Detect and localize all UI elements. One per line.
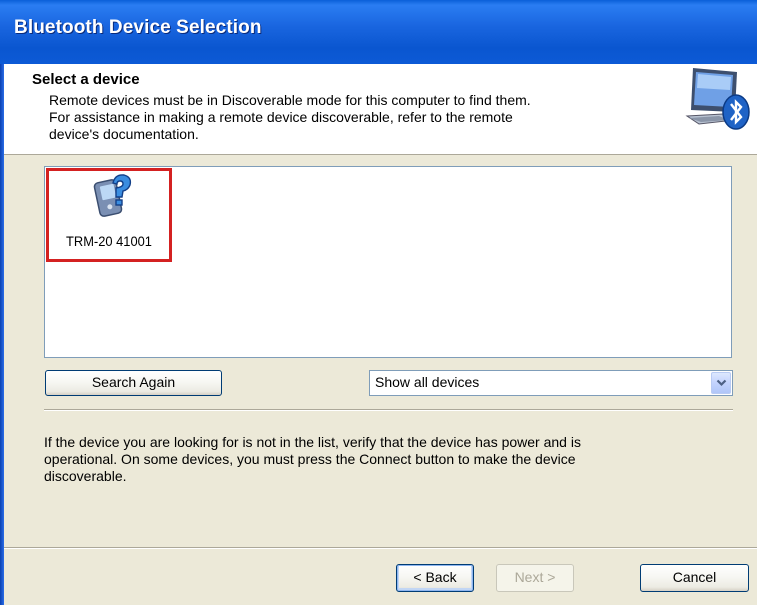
header-description: Remote devices must be in Discoverable m… — [49, 92, 649, 143]
unknown-handheld-device-icon — [91, 173, 135, 219]
title-bar-inner: Bluetooth Device Selection — [0, 0, 757, 64]
header-description-line: device's documentation. — [49, 126, 199, 142]
chevron-down-icon[interactable] — [711, 372, 731, 394]
footer-divider — [4, 547, 757, 549]
title-bar[interactable]: Bluetooth Device Selection — [0, 0, 757, 64]
cancel-button[interactable]: Cancel — [640, 564, 749, 592]
back-button[interactable]: < Back — [396, 564, 474, 592]
bluetooth-device-selection-window: Bluetooth Device Selection Select a devi… — [0, 0, 757, 605]
header-title: Select a device — [32, 71, 140, 88]
help-text-line: operational. On some devices, you must p… — [44, 451, 576, 467]
search-again-button[interactable]: Search Again — [45, 370, 222, 396]
header-description-line: Remote devices must be in Discoverable m… — [49, 92, 531, 108]
device-list[interactable]: TRM-20 41001 — [44, 166, 732, 358]
computer-bluetooth-icon — [679, 64, 751, 136]
divider — [44, 409, 733, 411]
header-description-line: For assistance in making a remote device… — [49, 109, 513, 125]
window-title: Bluetooth Device Selection — [14, 17, 262, 38]
help-text-line: discoverable. — [44, 468, 127, 484]
help-text-line: If the device you are looking for is not… — [44, 434, 581, 450]
wizard-header: Select a device Remote devices must be i… — [4, 64, 757, 155]
device-label: TRM-20 41001 — [66, 233, 152, 249]
device-item[interactable]: TRM-20 41001 — [46, 168, 172, 262]
help-text: If the device you are looking for is not… — [44, 434, 744, 485]
device-filter-dropdown[interactable]: Show all devices — [369, 370, 733, 396]
next-button[interactable]: Next > — [496, 564, 574, 592]
device-filter-value: Show all devices — [375, 374, 480, 390]
